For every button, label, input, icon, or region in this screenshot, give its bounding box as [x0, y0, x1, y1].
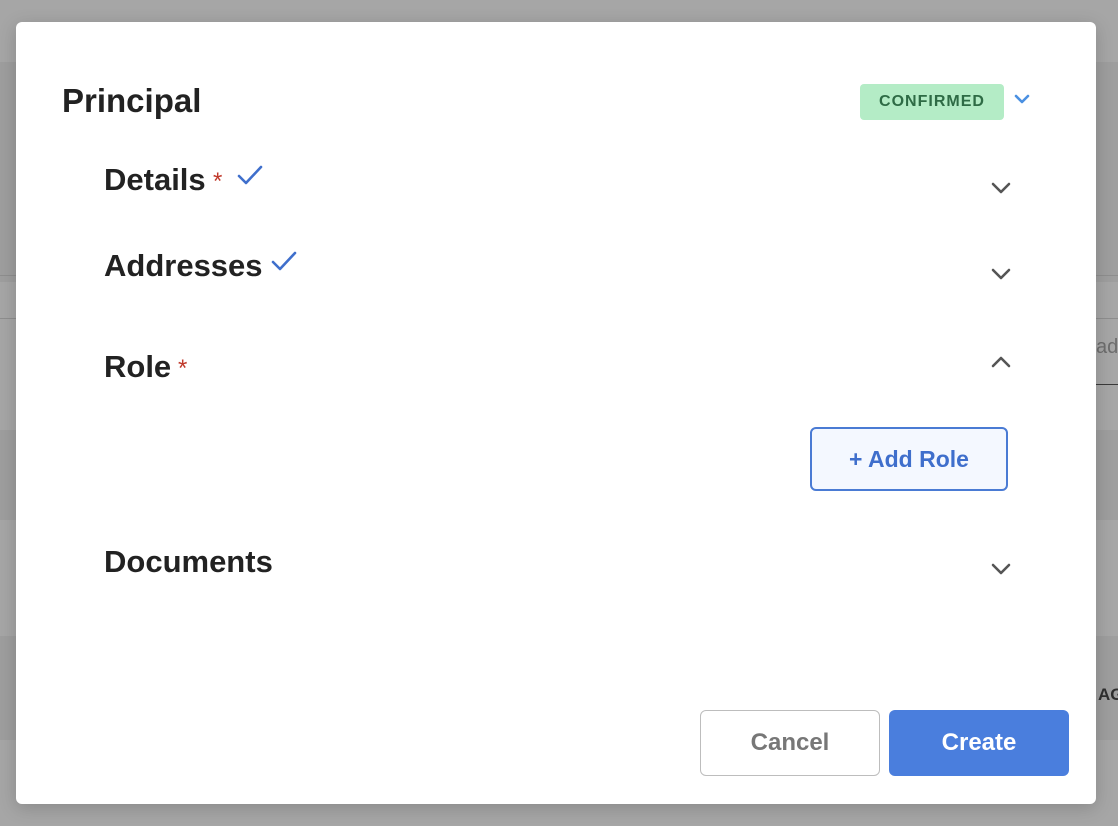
section-title: Addresses — [104, 248, 263, 283]
section-title: Role — [104, 349, 172, 384]
section-documents[interactable]: Documents — [104, 544, 1024, 604]
chevron-down-icon[interactable] — [988, 261, 1014, 287]
section-addresses[interactable]: Addresses — [104, 248, 1024, 308]
background-label: AG — [1098, 685, 1118, 704]
background-divider — [1096, 384, 1118, 385]
principal-dialog: Principal CONFIRMED Details * Addresses … — [16, 22, 1096, 804]
required-marker: * — [213, 168, 223, 195]
chevron-down-icon[interactable] — [988, 175, 1014, 201]
chevron-up-icon[interactable] — [988, 349, 1014, 375]
cancel-button[interactable]: Cancel — [700, 710, 880, 776]
add-role-button[interactable]: + Add Role — [810, 427, 1008, 491]
check-icon — [271, 251, 297, 271]
required-marker: * — [178, 355, 188, 382]
chevron-down-icon[interactable] — [1012, 90, 1032, 108]
background-input-text: ad — [1096, 336, 1118, 358]
status-badge[interactable]: CONFIRMED — [860, 84, 1004, 120]
section-title: Documents — [104, 544, 273, 579]
create-button[interactable]: Create — [889, 710, 1069, 776]
dialog-title: Principal — [62, 82, 202, 119]
section-title: Details — [104, 162, 206, 197]
check-icon — [237, 165, 263, 185]
chevron-down-icon[interactable] — [988, 556, 1014, 582]
section-details[interactable]: Details * — [104, 162, 1024, 222]
section-role[interactable]: Role * — [104, 349, 1024, 409]
